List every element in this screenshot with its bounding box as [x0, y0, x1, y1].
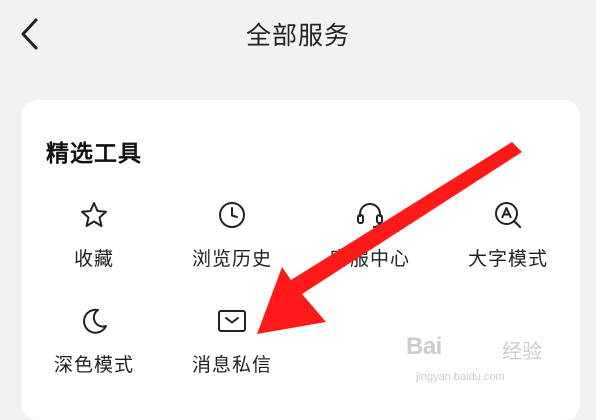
tool-label: 深色模式	[53, 354, 134, 376]
tool-favorites[interactable]: 收藏	[29, 200, 159, 284]
watermark-url: jingyan.baidu.com	[416, 371, 505, 383]
headset-icon	[357, 203, 383, 228]
large-text-icon	[495, 202, 522, 229]
tool-messages[interactable]: 消息私信	[167, 306, 297, 390]
star-icon	[81, 202, 107, 227]
page-title: 全部服务	[245, 21, 350, 50]
section-title: 精选工具	[46, 141, 142, 167]
watermark-suffix: 经验	[502, 339, 542, 363]
tool-label: 客服中心	[329, 248, 410, 270]
clock-icon	[219, 202, 245, 228]
tool-customer-service[interactable]: 客服中心	[305, 200, 435, 284]
watermark-logo: Bai	[406, 333, 442, 360]
tool-history[interactable]: 浏览历史	[167, 200, 297, 284]
tool-large-text[interactable]: 大字模式	[443, 200, 573, 284]
tool-label: 浏览历史	[191, 248, 272, 270]
watermark: Bai 经验 jingyan.baidu.com	[406, 333, 556, 389]
tool-dark-mode[interactable]: 深色模式	[29, 306, 159, 390]
tool-label: 消息私信	[191, 354, 272, 376]
tool-label: 大字模式	[467, 248, 548, 270]
message-icon	[218, 310, 246, 332]
moon-icon	[83, 308, 107, 334]
nav-bar: 全部服务	[0, 0, 596, 70]
tool-label: 收藏	[73, 248, 114, 270]
